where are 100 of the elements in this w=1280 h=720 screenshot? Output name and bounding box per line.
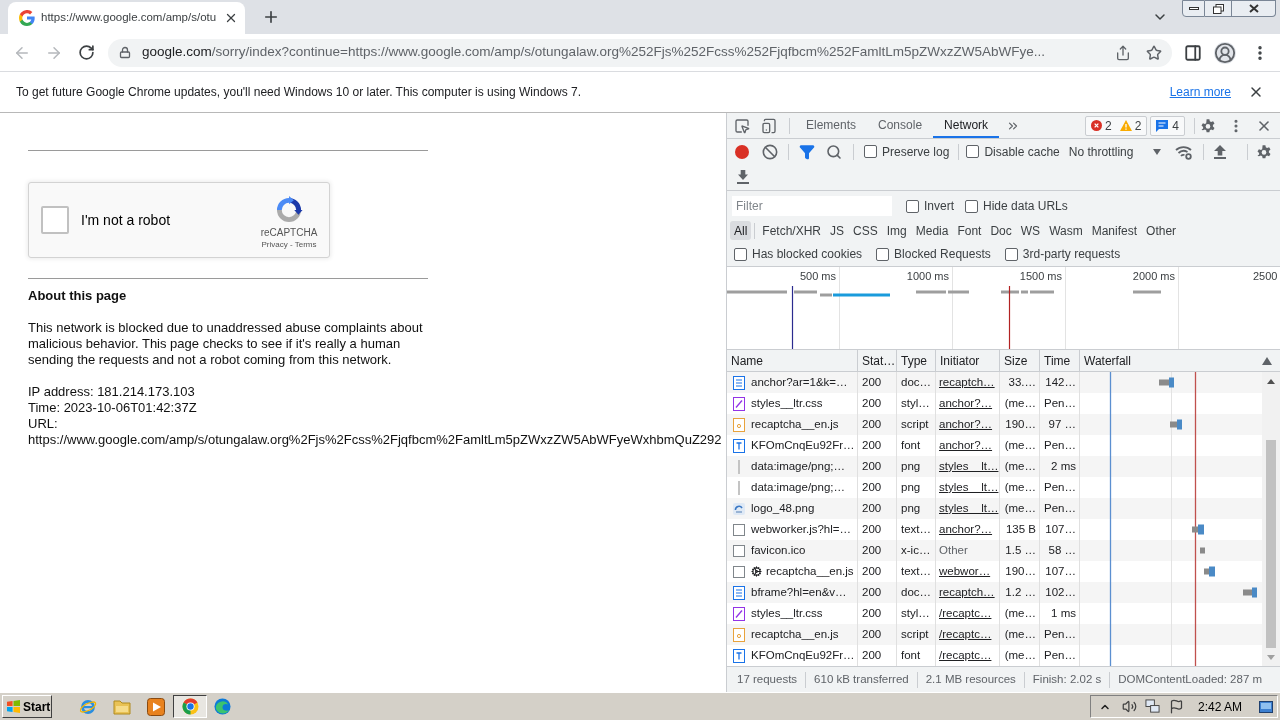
type-filter-button[interactable]: Img (882, 221, 911, 240)
scrollbar[interactable] (1262, 372, 1280, 666)
clock-text[interactable]: 2:42 AM (1197, 697, 1242, 716)
learn-more-link[interactable]: Learn more (1169, 83, 1231, 101)
initiator-link[interactable]: webwor… (939, 562, 991, 581)
request-name[interactable]: favicon.ico (751, 541, 806, 560)
column-header[interactable]: Name (727, 350, 858, 371)
initiator-link[interactable]: recaptch… (939, 583, 995, 602)
type-filter-button[interactable]: Font (953, 221, 986, 240)
request-name[interactable]: recaptcha__en.js (751, 625, 839, 644)
column-header[interactable]: Type (897, 350, 936, 371)
initiator-link[interactable]: anchor?… (939, 394, 993, 413)
request-name[interactable]: bframe?hl=en&v… (751, 583, 847, 602)
issues-counter[interactable]: 2 2 (1084, 115, 1148, 136)
upload-icon[interactable] (1214, 144, 1227, 159)
scroll-up-icon[interactable] (1267, 379, 1275, 384)
request-name[interactable]: styles__ltr.css (751, 604, 823, 623)
address-bar[interactable]: google.com/sorry/index?continue=https://www.google.com/amp/s/otungalaw.org%252Fjs%252Fcss%252Fjqfbcm%252FamltLm5pZWxzZW5AbWFye... (108, 38, 1172, 67)
media-player-icon[interactable] (147, 697, 165, 716)
checkbox[interactable] (734, 247, 747, 261)
checkbox[interactable] (864, 145, 877, 159)
type-filter-button[interactable]: JS (826, 221, 849, 240)
request-name[interactable]: anchor?ar=1&k=… (751, 373, 848, 392)
checkbox[interactable] (966, 145, 980, 159)
request-name[interactable]: webworker.js?hl=… (751, 520, 852, 539)
column-header[interactable]: Time (1040, 350, 1080, 371)
show-desktop-icon[interactable] (1259, 700, 1273, 713)
avatar-icon[interactable] (1214, 41, 1236, 64)
record-icon[interactable] (735, 144, 749, 159)
throttling-select[interactable]: No throttling (1068, 142, 1162, 161)
captcha-checkbox[interactable] (41, 206, 69, 234)
request-name[interactable]: recaptcha__en.js (751, 415, 839, 434)
type-filter-button[interactable]: All (730, 221, 752, 240)
checkbox-option[interactable]: Hide data URLs (965, 197, 1068, 215)
type-filter-button[interactable]: Media (911, 221, 953, 240)
type-filter-button[interactable]: Manifest (1087, 221, 1142, 240)
speaker-icon[interactable] (1121, 699, 1137, 714)
request-name[interactable]: data:image/png;… (751, 478, 845, 497)
request-name[interactable]: KFOmCnqEu92Fr… (751, 646, 855, 665)
device-toolbar-icon[interactable] (761, 117, 777, 134)
type-filter-button[interactable]: WS (1016, 221, 1045, 240)
download-icon[interactable] (737, 170, 749, 185)
initiator-link[interactable]: recaptch… (939, 373, 995, 392)
checkbox-option[interactable]: Has blocked cookies (734, 245, 863, 263)
initiator-link[interactable]: anchor?… (939, 520, 993, 539)
filter-field[interactable]: Filter (732, 196, 892, 216)
devtools-tab[interactable]: Console (867, 113, 934, 138)
column-header[interactable]: Size (1000, 350, 1040, 371)
initiator-link[interactable]: styles__lt… (939, 478, 999, 497)
initiator-link[interactable]: styles__lt… (939, 499, 999, 518)
type-filter-button[interactable]: CSS (849, 221, 882, 240)
active-app-button[interactable] (173, 695, 207, 718)
checkbox-option[interactable]: 3rd-party requests (1004, 245, 1121, 263)
initiator-link[interactable]: /recaptc… (939, 604, 992, 623)
close-window-button[interactable] (1232, 0, 1276, 17)
checkbox-option[interactable]: Invert (906, 197, 954, 215)
checkbox-option[interactable]: Preserve log (864, 142, 950, 161)
inspect-icon[interactable] (734, 117, 750, 134)
side-panel-icon[interactable] (1184, 43, 1202, 62)
browser-tab[interactable]: https://www.google.com/amp/s/otu (8, 2, 245, 34)
checkbox-option[interactable]: Disable cache (966, 142, 1060, 161)
request-name[interactable]: logo_48.png (751, 499, 815, 518)
settings-icon[interactable] (1256, 143, 1272, 160)
type-filter-button[interactable]: Wasm (1045, 221, 1087, 240)
network-icon[interactable] (1144, 699, 1160, 714)
column-header[interactable]: Stat… (858, 350, 897, 371)
checkbox[interactable] (1004, 247, 1018, 261)
swirl-logo-icon[interactable] (214, 698, 231, 715)
checkbox[interactable] (876, 247, 890, 261)
start-button[interactable]: Start (2, 695, 52, 718)
checkbox-option[interactable]: Blocked Requests (876, 245, 991, 263)
clear-icon[interactable] (762, 143, 778, 160)
type-filter-button[interactable]: Fetch/XHR (758, 221, 826, 240)
plus-icon[interactable] (262, 8, 280, 26)
type-filter-button[interactable]: Other (1142, 221, 1181, 240)
search-icon[interactable] (826, 143, 842, 160)
star-icon[interactable] (1146, 44, 1162, 61)
initiator-link[interactable]: /recaptc… (939, 625, 992, 644)
settings-icon[interactable] (1200, 117, 1216, 134)
devtools-tab[interactable]: Elements (795, 113, 868, 138)
captcha-legal-links[interactable]: Privacy - Terms (261, 239, 317, 250)
request-name[interactable]: styles__ltr.css (751, 394, 823, 413)
flag-icon[interactable] (1168, 699, 1184, 714)
initiator-link[interactable]: anchor?… (939, 415, 993, 434)
close-icon[interactable] (1248, 84, 1264, 100)
column-header[interactable]: Waterfall (1084, 351, 1131, 370)
request-name[interactable]: data:image/png;… (751, 457, 845, 476)
messages-counter[interactable]: 4 (1150, 115, 1185, 136)
minimize-button[interactable] (1182, 0, 1205, 17)
checkbox[interactable] (906, 199, 919, 213)
initiator-link[interactable]: /recaptc… (939, 646, 992, 665)
column-header[interactable]: Initiator (936, 350, 1000, 371)
type-filter-button[interactable]: Doc (986, 221, 1016, 240)
request-name[interactable]: KFOmCnqEu92Fr… (751, 436, 855, 455)
initiator-link[interactable]: styles__lt… (939, 457, 999, 476)
sort-up-icon[interactable] (1262, 356, 1272, 365)
initiator-link[interactable]: anchor?… (939, 436, 993, 455)
filter-icon[interactable] (799, 143, 815, 160)
wifi-gear-icon[interactable] (1175, 143, 1194, 160)
checkbox[interactable] (965, 199, 978, 213)
